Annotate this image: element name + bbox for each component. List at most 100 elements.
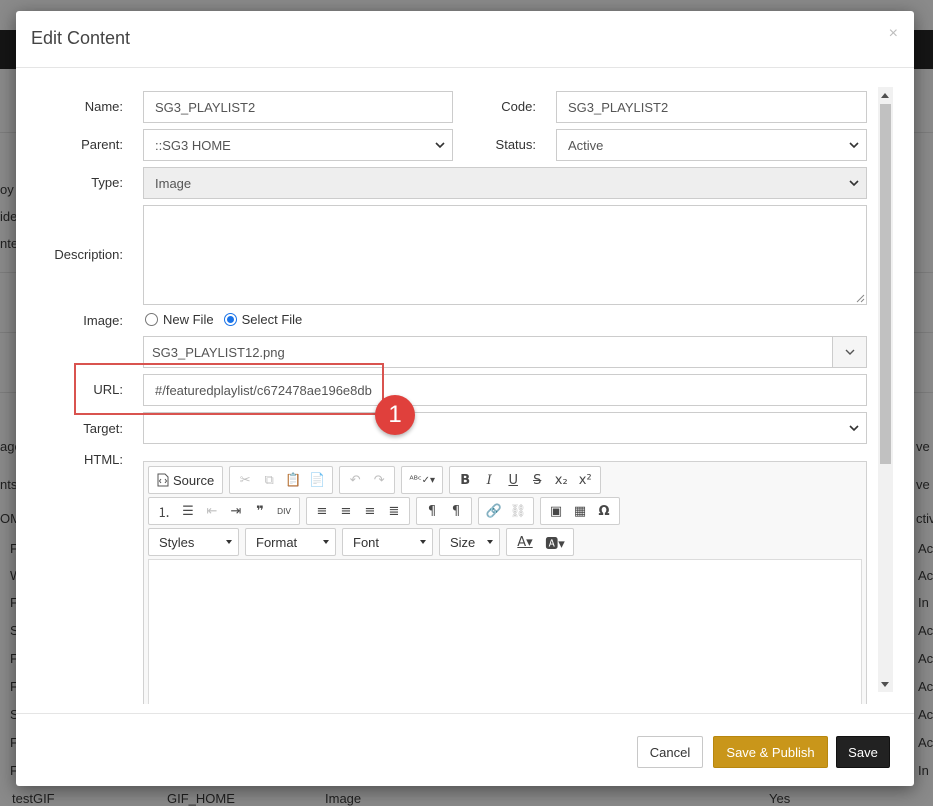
code-input[interactable]: SG3_PLAYLIST2	[556, 91, 867, 123]
special-char-icon[interactable]: Ω	[593, 500, 615, 522]
annotation-badge: 1	[375, 395, 415, 435]
background-color-icon[interactable]: 🅰▾	[541, 531, 569, 553]
create-div-icon[interactable]: DIV	[273, 500, 295, 522]
code-input-value: SG3_PLAYLIST2	[568, 99, 669, 115]
chevron-down-icon	[848, 139, 860, 151]
redo-icon[interactable]: ↷	[368, 469, 390, 491]
rtl-icon[interactable]: ¶	[445, 500, 467, 522]
editor-toolbar-row-2: ⒈ ☰ ⇤ ⇥ ❞ DIV ≡ ≡ ≡ ≣ ¶ ¶ 🔗 ⛓ ▣ ▦ Ω	[148, 497, 620, 525]
background-text: Ac	[918, 568, 933, 583]
save-publish-button[interactable]: Save & Publish	[713, 736, 828, 768]
source-button-label: Source	[173, 472, 215, 488]
scroll-up-icon[interactable]	[881, 93, 889, 98]
editor-content-area[interactable]	[148, 559, 862, 704]
cut-icon[interactable]: ✂	[234, 469, 256, 491]
code-label: Code:	[501, 99, 536, 114]
description-label: Description:	[54, 247, 123, 262]
toolbar-group-clipboard: ✂ ⧉ 📋 📄	[229, 466, 334, 494]
paste-icon[interactable]: 📋	[282, 469, 304, 491]
spellcheck-icon[interactable]: ᴬᴮᶜ✓▾	[406, 469, 438, 491]
chevron-down-icon	[845, 349, 854, 355]
undo-icon[interactable]: ↶	[344, 469, 366, 491]
scroll-thumb[interactable]	[880, 104, 891, 464]
indent-icon[interactable]: ⇥	[225, 500, 247, 522]
background-text: Ac	[918, 541, 933, 556]
copy-icon[interactable]: ⧉	[258, 469, 280, 491]
image-source-radios: New File Select File	[145, 312, 312, 327]
parent-select-value: ::SG3 HOME	[155, 137, 231, 153]
link-icon[interactable]: 🔗	[483, 500, 505, 522]
radio-new-file-dot[interactable]	[145, 313, 158, 326]
save-button[interactable]: Save	[836, 736, 890, 768]
status-select[interactable]: Active	[556, 129, 867, 161]
modal-title: Edit Content	[31, 28, 131, 48]
toolbar-group-basic-styles: B I U S x₂ x²	[449, 466, 602, 494]
underline-icon[interactable]: U	[502, 469, 524, 491]
editor-toolbar-row-3: Styles Format Font Size A▾ 🅰▾	[148, 528, 574, 556]
styles-dropdown[interactable]: Styles	[148, 528, 239, 556]
align-right-icon[interactable]: ≡	[359, 500, 381, 522]
background-text: ve	[916, 439, 930, 454]
toolbar-group-align: ≡ ≡ ≡ ≣	[306, 497, 410, 525]
name-input-value: SG3_PLAYLIST2	[155, 99, 256, 115]
name-input[interactable]: SG3_PLAYLIST2	[143, 91, 453, 123]
align-justify-icon[interactable]: ≣	[383, 500, 405, 522]
target-select[interactable]	[143, 412, 867, 444]
format-dropdown[interactable]: Format	[245, 528, 336, 556]
radio-new-file[interactable]: New File	[145, 312, 214, 327]
background-cell: Image	[325, 791, 362, 806]
chevron-down-icon	[848, 177, 860, 189]
font-dropdown[interactable]: Font	[342, 528, 433, 556]
background-cell: testGIF	[12, 791, 55, 806]
size-dropdown[interactable]: Size	[439, 528, 500, 556]
bold-icon[interactable]: B	[454, 469, 476, 491]
radio-select-file[interactable]: Select File	[223, 312, 302, 327]
toolbar-group-insert: ▣ ▦ Ω	[540, 497, 620, 525]
table-icon[interactable]: ▦	[569, 500, 591, 522]
blockquote-icon[interactable]: ❞	[249, 500, 271, 522]
background-text: Ac	[918, 735, 933, 750]
source-icon	[157, 473, 169, 487]
superscript-icon[interactable]: x²	[574, 469, 596, 491]
scroll-down-icon[interactable]	[881, 682, 889, 687]
description-textarea[interactable]	[143, 205, 867, 305]
strikethrough-icon[interactable]: S	[526, 469, 548, 491]
toolbar-group-lists: ⒈ ☰ ⇤ ⇥ ❞ DIV	[148, 497, 300, 525]
ltr-icon[interactable]: ¶	[421, 500, 443, 522]
modal-header: Edit Content ×	[16, 11, 914, 68]
toolbar-group-undo: ↶ ↷	[339, 466, 396, 494]
align-left-icon[interactable]: ≡	[311, 500, 333, 522]
subscript-icon[interactable]: x₂	[550, 469, 572, 491]
close-icon[interactable]: ×	[889, 25, 898, 43]
chevron-down-icon	[848, 422, 860, 434]
numbered-list-icon[interactable]: ⒈	[153, 500, 175, 522]
background-text: Ac	[918, 679, 933, 694]
background-text: Ac	[918, 651, 933, 666]
type-select-value: Image	[155, 175, 192, 191]
name-label: Name:	[84, 99, 123, 114]
text-color-icon[interactable]: A▾	[511, 531, 539, 553]
paste-text-icon[interactable]: 📄	[306, 469, 328, 491]
file-dropdown-button[interactable]	[832, 337, 866, 367]
toolbar-group-source: Source	[148, 466, 224, 494]
unlink-icon[interactable]: ⛓	[507, 500, 529, 522]
align-center-icon[interactable]: ≡	[335, 500, 357, 522]
annotation-highlight-box	[74, 363, 384, 415]
italic-icon[interactable]: I	[478, 469, 500, 491]
size-dropdown-label: Size	[450, 534, 476, 550]
status-label: Status:	[495, 137, 536, 152]
cancel-button[interactable]: Cancel	[637, 736, 703, 768]
parent-select[interactable]: ::SG3 HOME	[143, 129, 453, 161]
toolbar-group-spell: ᴬᴮᶜ✓▾	[401, 466, 444, 494]
modal-scrollbar[interactable]	[878, 87, 893, 692]
radio-select-file-dot[interactable]	[223, 313, 237, 326]
image-icon[interactable]: ▣	[545, 500, 567, 522]
image-label: Image:	[83, 313, 123, 328]
type-select[interactable]: Image	[143, 167, 867, 199]
background-text: In	[918, 763, 929, 778]
outdent-icon[interactable]: ⇤	[201, 500, 223, 522]
toolbar-group-links: 🔗 ⛓	[478, 497, 534, 525]
radio-new-file-label: New File	[163, 312, 214, 327]
source-button[interactable]: Source	[153, 473, 218, 488]
bulleted-list-icon[interactable]: ☰	[177, 500, 199, 522]
